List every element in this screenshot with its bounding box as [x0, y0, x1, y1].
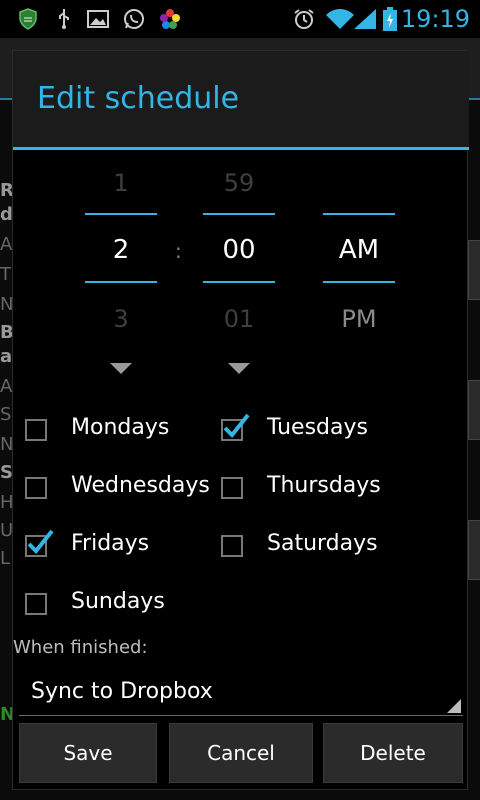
photos-icon [160, 9, 180, 29]
cancel-button[interactable]: Cancel [169, 723, 313, 783]
dialog-title: Edit schedule [37, 81, 240, 116]
hour-picker[interactable]: 1 2 3 [85, 161, 157, 431]
hour-line-top [85, 213, 157, 215]
day-label: Saturdays [267, 531, 378, 556]
day-checkbox-mondays[interactable]: Mondays [25, 411, 215, 451]
minute-decrement-icon[interactable] [228, 363, 250, 374]
day-label: Wednesdays [71, 473, 210, 498]
day-label: Mondays [71, 415, 170, 440]
check-icon [27, 529, 54, 554]
day-label: Fridays [71, 531, 150, 556]
background-box [468, 240, 480, 300]
minute-line-top [203, 213, 275, 215]
clock: 19:19 [400, 5, 470, 33]
day-label: Tuesdays [267, 415, 368, 440]
background-text: T [0, 264, 11, 285]
hour-current[interactable]: 2 [85, 235, 157, 265]
ampm-line-bottom [323, 281, 395, 283]
checkbox-checked[interactable] [25, 529, 54, 557]
when-finished-value: Sync to Dropbox [31, 679, 213, 704]
day-checkbox-sundays[interactable]: Sundays [25, 585, 215, 625]
minute-next[interactable]: 01 [203, 305, 275, 333]
day-checkbox-fridays[interactable]: Fridays [25, 527, 215, 567]
ampm-next[interactable]: PM [323, 305, 395, 333]
checkbox-checked[interactable] [221, 413, 250, 441]
when-finished-label: When finished: [13, 637, 148, 658]
alarm-icon [294, 9, 314, 29]
title-divider [13, 147, 469, 150]
checkbox[interactable] [221, 477, 243, 499]
signal-icon [354, 9, 376, 29]
day-checkbox-thursdays[interactable]: Thursdays [221, 469, 421, 509]
checkbox[interactable] [25, 419, 47, 441]
minute-picker[interactable]: 59 00 01 [203, 161, 275, 431]
checkbox[interactable] [25, 593, 47, 615]
hour-line-bottom [85, 281, 157, 283]
minute-line-bottom [203, 281, 275, 283]
checkbox[interactable] [25, 477, 47, 499]
shield-icon [19, 8, 37, 30]
checkbox[interactable] [221, 535, 243, 557]
minute-current[interactable]: 00 [203, 235, 275, 265]
dropdown-corner-icon [447, 699, 461, 713]
usb-icon [59, 9, 69, 29]
background-text: L [0, 548, 11, 569]
background-text: A [0, 234, 13, 255]
hour-prev[interactable]: 1 [85, 169, 157, 197]
ampm-current[interactable]: AM [323, 235, 395, 265]
whatsapp-icon [124, 9, 144, 29]
delete-button[interactable]: Delete [323, 723, 463, 783]
hour-next[interactable]: 3 [85, 305, 157, 333]
ampm-line-top [323, 213, 395, 215]
edit-schedule-dialog: Edit schedule 1 2 3 : 59 00 01 AM PM Mon… [12, 50, 469, 790]
day-checkbox-wednesdays[interactable]: Wednesdays [25, 469, 215, 509]
save-button[interactable]: Save [19, 723, 157, 783]
time-separator: : [175, 239, 182, 263]
background-text: a [0, 346, 13, 367]
day-checkbox-saturdays[interactable]: Saturdays [221, 527, 421, 567]
battery-icon [383, 7, 397, 31]
background-text: A [0, 376, 13, 397]
day-label: Sundays [71, 589, 165, 614]
day-label: Thursdays [267, 473, 381, 498]
minute-prev[interactable]: 59 [203, 169, 275, 197]
status-bar: 19:19 [0, 0, 480, 38]
day-checkbox-tuesdays[interactable]: Tuesdays [221, 411, 421, 451]
hour-decrement-icon[interactable] [110, 363, 132, 374]
background-box [468, 380, 480, 440]
dialog-header: Edit schedule [13, 51, 469, 147]
when-finished-spinner[interactable]: Sync to Dropbox [19, 669, 463, 716]
ampm-picker[interactable]: AM PM [323, 161, 395, 361]
image-icon [87, 10, 109, 28]
background-text: S [0, 404, 12, 425]
background-box [468, 520, 480, 580]
background-text: d [0, 204, 13, 225]
check-icon [223, 413, 250, 438]
